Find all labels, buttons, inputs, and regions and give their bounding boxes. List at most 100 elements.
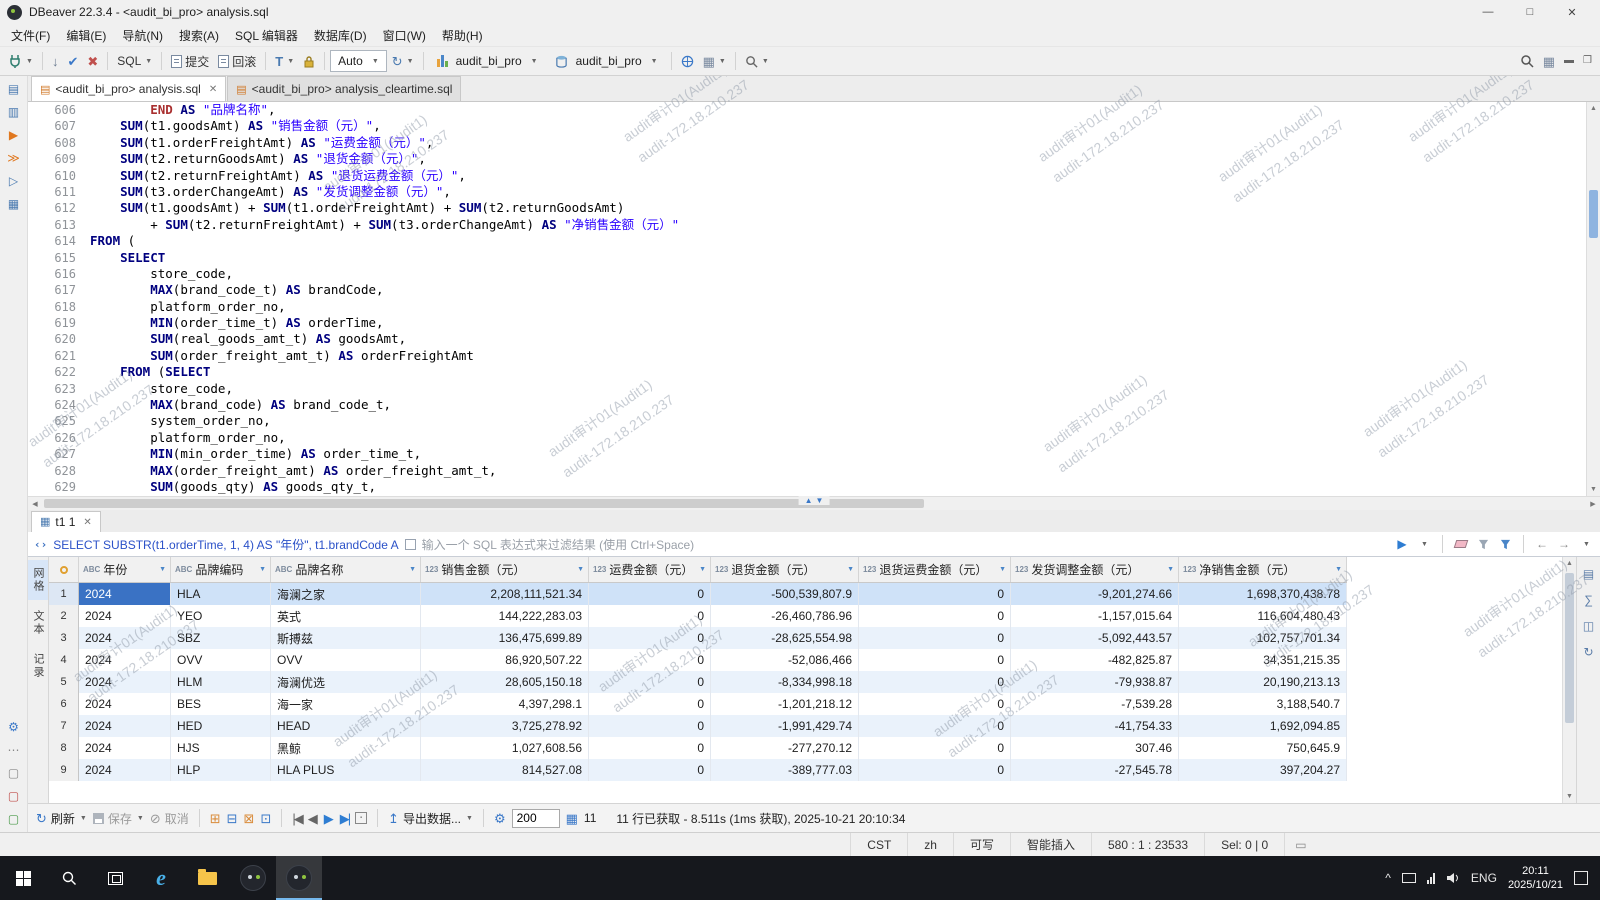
column-header-运费金额（元）[interactable]: 123运费金额（元）▼ — [589, 557, 711, 582]
cancel-button[interactable]: ⊘ 取消 — [150, 810, 189, 827]
sql-editor[interactable]: 6066076086096106116126136146156166176186… — [28, 102, 1600, 496]
save-file-icon[interactable]: ▢ — [4, 788, 24, 804]
cell[interactable]: OVV — [271, 649, 421, 671]
panels-button[interactable]: ▦ ▼ — [699, 49, 730, 73]
db-navigator-icon[interactable]: ▤ — [4, 81, 24, 97]
editor-code[interactable]: END AS "品牌名称", SUM(t1.goodsAmt) AS "销售金额… — [86, 102, 1586, 496]
cell[interactable]: 0 — [859, 759, 1011, 781]
cell[interactable]: 海一家 — [271, 693, 421, 715]
row-number[interactable]: 6 — [49, 693, 79, 715]
menu-item-编辑(E)[interactable]: 编辑(E) — [58, 24, 114, 47]
cell[interactable]: HLA — [171, 583, 271, 605]
cell[interactable]: 2024 — [79, 627, 171, 649]
cell[interactable]: 397,204.27 — [1179, 759, 1347, 781]
cell[interactable]: -52,086,466 — [711, 649, 859, 671]
dbeaver-taskbar-button-2[interactable] — [276, 856, 322, 900]
taskbar-search-button[interactable] — [46, 856, 92, 900]
cell[interactable]: 28,605,150.18 — [421, 671, 589, 693]
sql-dropdown[interactable]: SQL ▼ — [113, 49, 156, 73]
row-number[interactable]: 3 — [49, 627, 79, 649]
column-filter-icon[interactable]: ▼ — [847, 566, 854, 573]
status-Sel: 0 | 0[interactable]: Sel: 0 | 0 — [1204, 833, 1284, 856]
autocommit-select[interactable]: Auto ▼ — [330, 50, 387, 72]
tray-volume-icon[interactable] — [1446, 872, 1460, 884]
maximize-button[interactable]: □ — [1509, 0, 1551, 24]
edit-value-icon[interactable]: ⊡ — [260, 812, 271, 825]
editor-vscrollbar[interactable]: ▲ ▼ — [1586, 102, 1600, 496]
vscroll-thumb[interactable] — [1589, 190, 1598, 238]
cell[interactable]: 斯搏兹 — [271, 627, 421, 649]
export-from-query-icon[interactable]: ▦ — [4, 196, 24, 212]
result-view-tab-记录[interactable]: 记录 — [28, 646, 48, 686]
first-row-icon[interactable]: |◀ — [292, 812, 301, 825]
cell[interactable]: BES — [171, 693, 271, 715]
cell[interactable]: 0 — [589, 759, 711, 781]
cell[interactable]: 0 — [859, 737, 1011, 759]
start-button[interactable] — [0, 856, 46, 900]
input-language[interactable]: ENG — [1471, 871, 1497, 885]
status-可写[interactable]: 可写 — [953, 833, 1010, 856]
refresh-panel-icon[interactable]: ↻ — [1583, 645, 1593, 659]
column-header-退货运费金额（元）[interactable]: 123退货运费金额（元）▼ — [859, 557, 1011, 582]
scroll-up-icon[interactable]: ▲ — [1587, 102, 1600, 115]
cell[interactable]: 136,475,699.89 — [421, 627, 589, 649]
cell[interactable]: 0 — [859, 649, 1011, 671]
delete-row-icon[interactable]: ⊠ — [244, 812, 255, 825]
close-button[interactable]: ✕ — [1551, 0, 1593, 24]
status-智能插入[interactable]: 智能插入 — [1010, 833, 1091, 856]
menu-item-文件(F)[interactable]: 文件(F) — [3, 24, 58, 47]
grid-vscrollbar[interactable]: ▲ ▼ — [1562, 557, 1576, 803]
minimize-button[interactable]: — — [1467, 0, 1509, 24]
menu-item-搜索(A)[interactable]: 搜索(A) — [171, 24, 227, 47]
column-header-年份[interactable]: ABC年份▼ — [79, 557, 171, 582]
grid-corner-cell[interactable] — [49, 557, 79, 582]
cell[interactable]: 3,188,540.7 — [1179, 693, 1347, 715]
cell[interactable]: 814,527.08 — [421, 759, 589, 781]
commit-button[interactable]: 提交 — [167, 49, 213, 73]
column-filter-icon[interactable]: ▼ — [1335, 566, 1342, 573]
cell[interactable]: HJS — [171, 737, 271, 759]
filter-input[interactable]: 输入一个 SQL 表达式来过滤结果 (使用 Ctrl+Space) — [422, 536, 1388, 553]
save-as-icon[interactable]: ▢ — [4, 811, 24, 827]
forward-arrow-icon[interactable]: → — [1556, 535, 1572, 553]
cell[interactable]: HLM — [171, 671, 271, 693]
column-header-退货金额（元）[interactable]: 123退货金额（元）▼ — [711, 557, 859, 582]
status-zh[interactable]: zh — [907, 833, 953, 856]
connection-select[interactable]: audit_bi_pro ▼ — [429, 50, 546, 72]
cell[interactable]: HED — [171, 715, 271, 737]
cell[interactable]: HLP — [171, 759, 271, 781]
cell[interactable]: 0 — [859, 583, 1011, 605]
settings-gear-icon[interactable]: ⚙ — [4, 719, 24, 735]
cell[interactable]: -500,539,807.9 — [711, 583, 859, 605]
search-button[interactable] — [1516, 49, 1538, 73]
cell[interactable]: 2024 — [79, 649, 171, 671]
cell[interactable]: 0 — [589, 737, 711, 759]
row-number[interactable]: 5 — [49, 671, 79, 693]
column-header-品牌名称[interactable]: ABC品牌名称▼ — [271, 557, 421, 582]
status-580 : 1 : 23533[interactable]: 580 : 1 : 23533 — [1091, 833, 1204, 856]
row-number[interactable]: 8 — [49, 737, 79, 759]
gear-icon[interactable]: ⚙ — [494, 812, 506, 825]
commit-icon-button[interactable]: ✔ — [63, 49, 82, 73]
open-file-icon[interactable]: ▢ — [4, 765, 24, 781]
row-number[interactable]: 7 — [49, 715, 79, 737]
projects-icon[interactable]: ▥ — [4, 104, 24, 120]
duplicate-row-icon[interactable]: ⊟ — [227, 812, 238, 825]
cell[interactable]: 102,757,701.34 — [1179, 627, 1347, 649]
cell[interactable]: -9,201,274.66 — [1011, 583, 1179, 605]
menu-item-SQL 编辑器[interactable]: SQL 编辑器 — [227, 24, 306, 47]
connection-button[interactable]: ▼ — [4, 49, 37, 73]
cell[interactable]: -482,825.87 — [1011, 649, 1179, 671]
grid-vscroll-thumb[interactable] — [1565, 573, 1574, 723]
cell[interactable]: -27,545.78 — [1011, 759, 1179, 781]
cell[interactable]: 86,920,507.22 — [421, 649, 589, 671]
open-perspective-button[interactable]: ▦ — [1539, 49, 1559, 73]
filter-history-icon[interactable]: ▼ — [1416, 535, 1432, 553]
row-number[interactable]: 4 — [49, 649, 79, 671]
cell[interactable]: -1,201,218.12 — [711, 693, 859, 715]
apply-filter-icon[interactable]: ▶ — [1394, 535, 1410, 553]
column-filter-icon[interactable]: ▼ — [699, 566, 706, 573]
close-tab-icon[interactable]: ✕ — [209, 84, 217, 95]
explain-plan-icon[interactable]: ▷ — [4, 173, 24, 189]
cell[interactable]: 307.46 — [1011, 737, 1179, 759]
